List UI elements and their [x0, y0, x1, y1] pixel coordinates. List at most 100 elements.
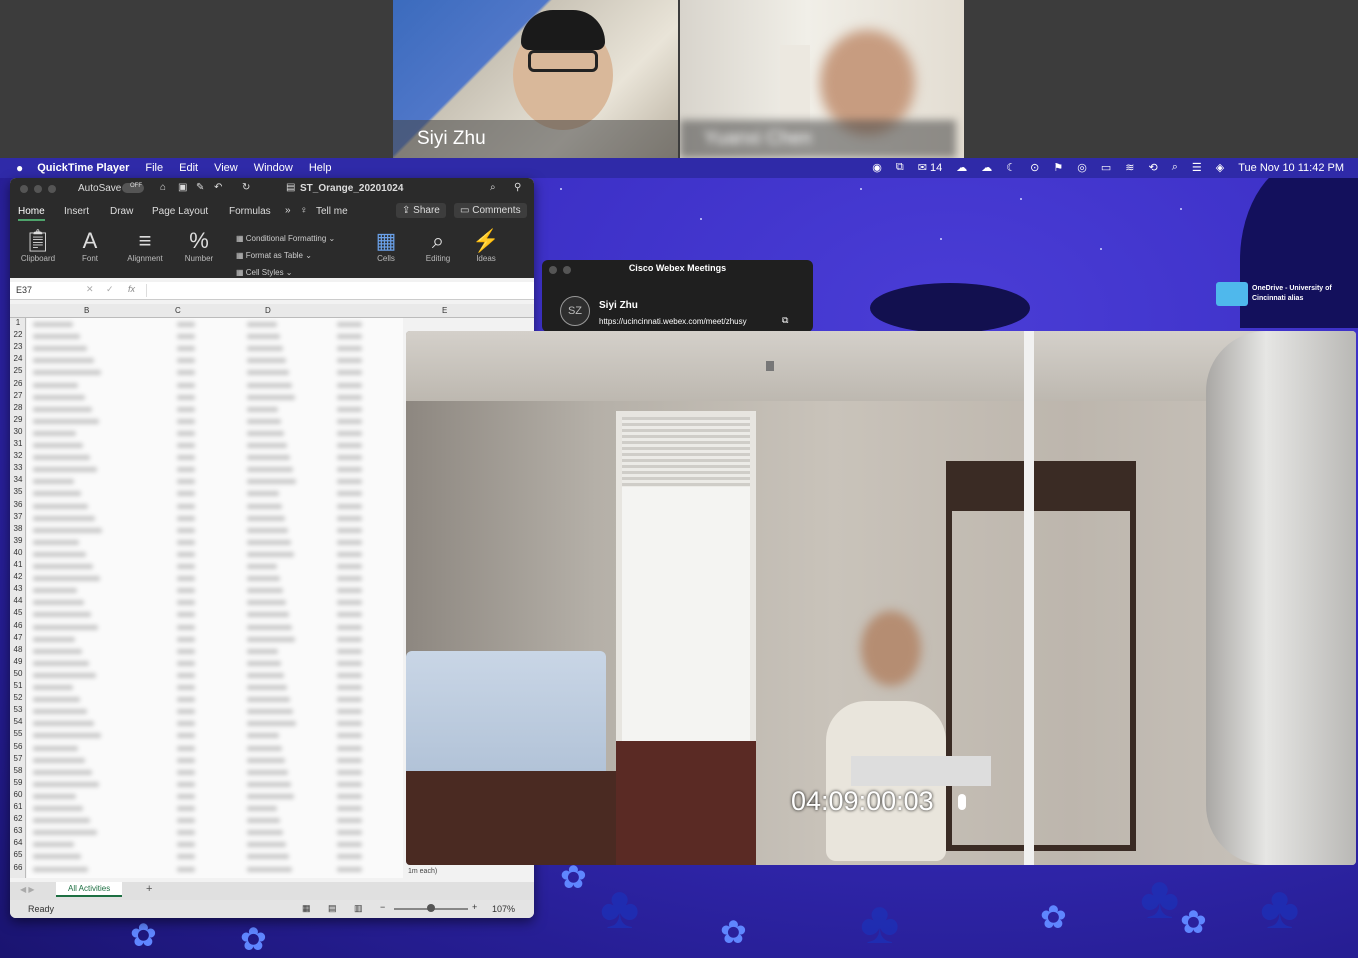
- more-tabs-icon[interactable]: »: [285, 205, 291, 216]
- zoom-level[interactable]: 107%: [492, 904, 515, 914]
- moon-icon[interactable]: ☾: [1006, 161, 1016, 174]
- battery-icon[interactable]: ▭: [1101, 161, 1111, 174]
- spreadsheet-grid-blurred[interactable]: [27, 318, 403, 878]
- row-header[interactable]: 31: [10, 439, 26, 448]
- menu-app-name[interactable]: QuickTime Player: [37, 162, 129, 174]
- clipboard-button[interactable]: 📋︎ Clipboard: [14, 228, 62, 263]
- menu-edit[interactable]: Edit: [179, 162, 198, 174]
- home-icon[interactable]: ⌂: [160, 182, 166, 193]
- participant-tile-siyi[interactable]: Siyi Zhu: [393, 0, 678, 158]
- menu-datetime[interactable]: Tue Nov 10 11:42 PM: [1238, 162, 1344, 174]
- wechat-icon[interactable]: ✉ 14: [918, 161, 943, 174]
- row-header[interactable]: 53: [10, 705, 26, 714]
- row-header[interactable]: 25: [10, 366, 26, 375]
- prev-sheet-icon[interactable]: ◀ ▶: [20, 885, 35, 894]
- cells-button[interactable]: ▦ Cells: [366, 228, 406, 263]
- row-header[interactable]: 60: [10, 790, 26, 799]
- menu-help[interactable]: Help: [309, 162, 332, 174]
- row-header[interactable]: 49: [10, 657, 26, 666]
- row-header[interactable]: 22: [10, 330, 26, 339]
- row-header[interactable]: 32: [10, 451, 26, 460]
- row-header[interactable]: 29: [10, 415, 26, 424]
- row-header[interactable]: 42: [10, 572, 26, 581]
- row-header[interactable]: 59: [10, 778, 26, 787]
- row-header[interactable]: 28: [10, 403, 26, 412]
- format-as-table-button[interactable]: ▦ Format as Table ⌄: [236, 247, 335, 264]
- row-header[interactable]: 35: [10, 487, 26, 496]
- row-header[interactable]: 40: [10, 548, 26, 557]
- row-header[interactable]: 38: [10, 524, 26, 533]
- row-header[interactable]: 41: [10, 560, 26, 569]
- page-break-view-icon[interactable]: ▥: [354, 903, 363, 914]
- row-header[interactable]: 63: [10, 826, 26, 835]
- siri-icon[interactable]: ◈: [1216, 161, 1224, 174]
- row-header[interactable]: 64: [10, 838, 26, 847]
- row-header[interactable]: 43: [10, 584, 26, 593]
- tab-insert[interactable]: Insert: [64, 206, 89, 217]
- row-header[interactable]: 51: [10, 681, 26, 690]
- fx-icon[interactable]: fx: [128, 284, 135, 294]
- enter-icon[interactable]: ✓: [106, 284, 114, 295]
- participant-tile-2[interactable]: Yuanxi Chen: [680, 0, 964, 158]
- tab-draw[interactable]: Draw: [110, 206, 133, 217]
- menu-view[interactable]: View: [214, 162, 238, 174]
- play-icon[interactable]: ⊙: [1030, 161, 1039, 174]
- row-header[interactable]: 47: [10, 633, 26, 642]
- row-header[interactable]: 46: [10, 621, 26, 630]
- row-header[interactable]: 33: [10, 463, 26, 472]
- normal-view-icon[interactable]: ▦: [302, 903, 311, 914]
- flag-icon[interactable]: ⚑: [1053, 161, 1063, 174]
- cell-styles-button[interactable]: ▦ Cell Styles ⌄: [236, 264, 335, 281]
- name-box[interactable]: E37: [16, 285, 72, 295]
- tell-me-search[interactable]: Tell me: [316, 206, 348, 217]
- quicktime-video[interactable]: 04:09:00:03: [406, 331, 1356, 865]
- webex-window[interactable]: Cisco Webex Meetings SZ Siyi Zhu https:/…: [542, 260, 813, 332]
- row-header[interactable]: 50: [10, 669, 26, 678]
- menu-file[interactable]: File: [145, 162, 163, 174]
- column-header-d[interactable]: D: [265, 306, 271, 315]
- font-button[interactable]: A Font: [68, 228, 112, 263]
- formula-input[interactable]: [146, 284, 516, 297]
- column-header-b[interactable]: B: [84, 306, 89, 315]
- row-header[interactable]: 52: [10, 693, 26, 702]
- airdrop-icon[interactable]: ◎: [1077, 161, 1087, 174]
- row-header[interactable]: 61: [10, 802, 26, 811]
- alignment-button[interactable]: ≡ Alignment: [120, 228, 170, 263]
- column-header-c[interactable]: C: [175, 306, 181, 315]
- tab-page-layout[interactable]: Page Layout: [152, 206, 208, 217]
- row-header[interactable]: 54: [10, 717, 26, 726]
- row-header[interactable]: 36: [10, 500, 26, 509]
- column-header-e[interactable]: E: [442, 306, 447, 315]
- row-header[interactable]: 37: [10, 512, 26, 521]
- edit-icon[interactable]: ✎: [196, 182, 204, 193]
- row-header[interactable]: 27: [10, 391, 26, 400]
- row-header[interactable]: 39: [10, 536, 26, 545]
- zoom-out-icon[interactable]: −: [380, 902, 385, 912]
- row-header[interactable]: 58: [10, 766, 26, 775]
- tab-formulas[interactable]: Formulas: [229, 206, 271, 217]
- row-header[interactable]: 62: [10, 814, 26, 823]
- onedrive-folder-label[interactable]: OneDrive - University of Cincinnati alia…: [1252, 284, 1356, 304]
- editing-button[interactable]: ⌕ Editing: [418, 228, 458, 263]
- row-header[interactable]: 55: [10, 729, 26, 738]
- row-header[interactable]: 57: [10, 754, 26, 763]
- copy-icon[interactable]: ⧉: [782, 315, 788, 326]
- minimize-button[interactable]: [34, 185, 42, 193]
- row-header[interactable]: 30: [10, 427, 26, 436]
- share-person-icon[interactable]: ⚲: [514, 182, 521, 193]
- clock-icon[interactable]: ⟲: [1148, 161, 1157, 174]
- row-header[interactable]: 65: [10, 850, 26, 859]
- screen-icon[interactable]: ⧉: [896, 161, 904, 174]
- row-header[interactable]: 45: [10, 608, 26, 617]
- spotlight-search-icon[interactable]: ⌕: [1172, 161, 1178, 174]
- autosave-toggle[interactable]: OFF: [122, 183, 144, 193]
- cancel-icon[interactable]: ✕: [86, 284, 94, 295]
- row-header[interactable]: 48: [10, 645, 26, 654]
- close-button[interactable]: [20, 185, 28, 193]
- page-layout-view-icon[interactable]: ▤: [328, 903, 337, 914]
- apple-icon[interactable]: ●: [16, 161, 23, 175]
- zoom-slider-thumb[interactable]: [427, 904, 435, 912]
- excel-titlebar[interactable]: AutoSave OFF ⌂ ▣ ✎ ↶ ↻ ▤ ST_Orange_20201…: [10, 178, 534, 200]
- meeting-url[interactable]: https://ucincinnati.webex.com/meet/zhusy: [599, 317, 747, 326]
- tab-home[interactable]: Home: [18, 206, 45, 221]
